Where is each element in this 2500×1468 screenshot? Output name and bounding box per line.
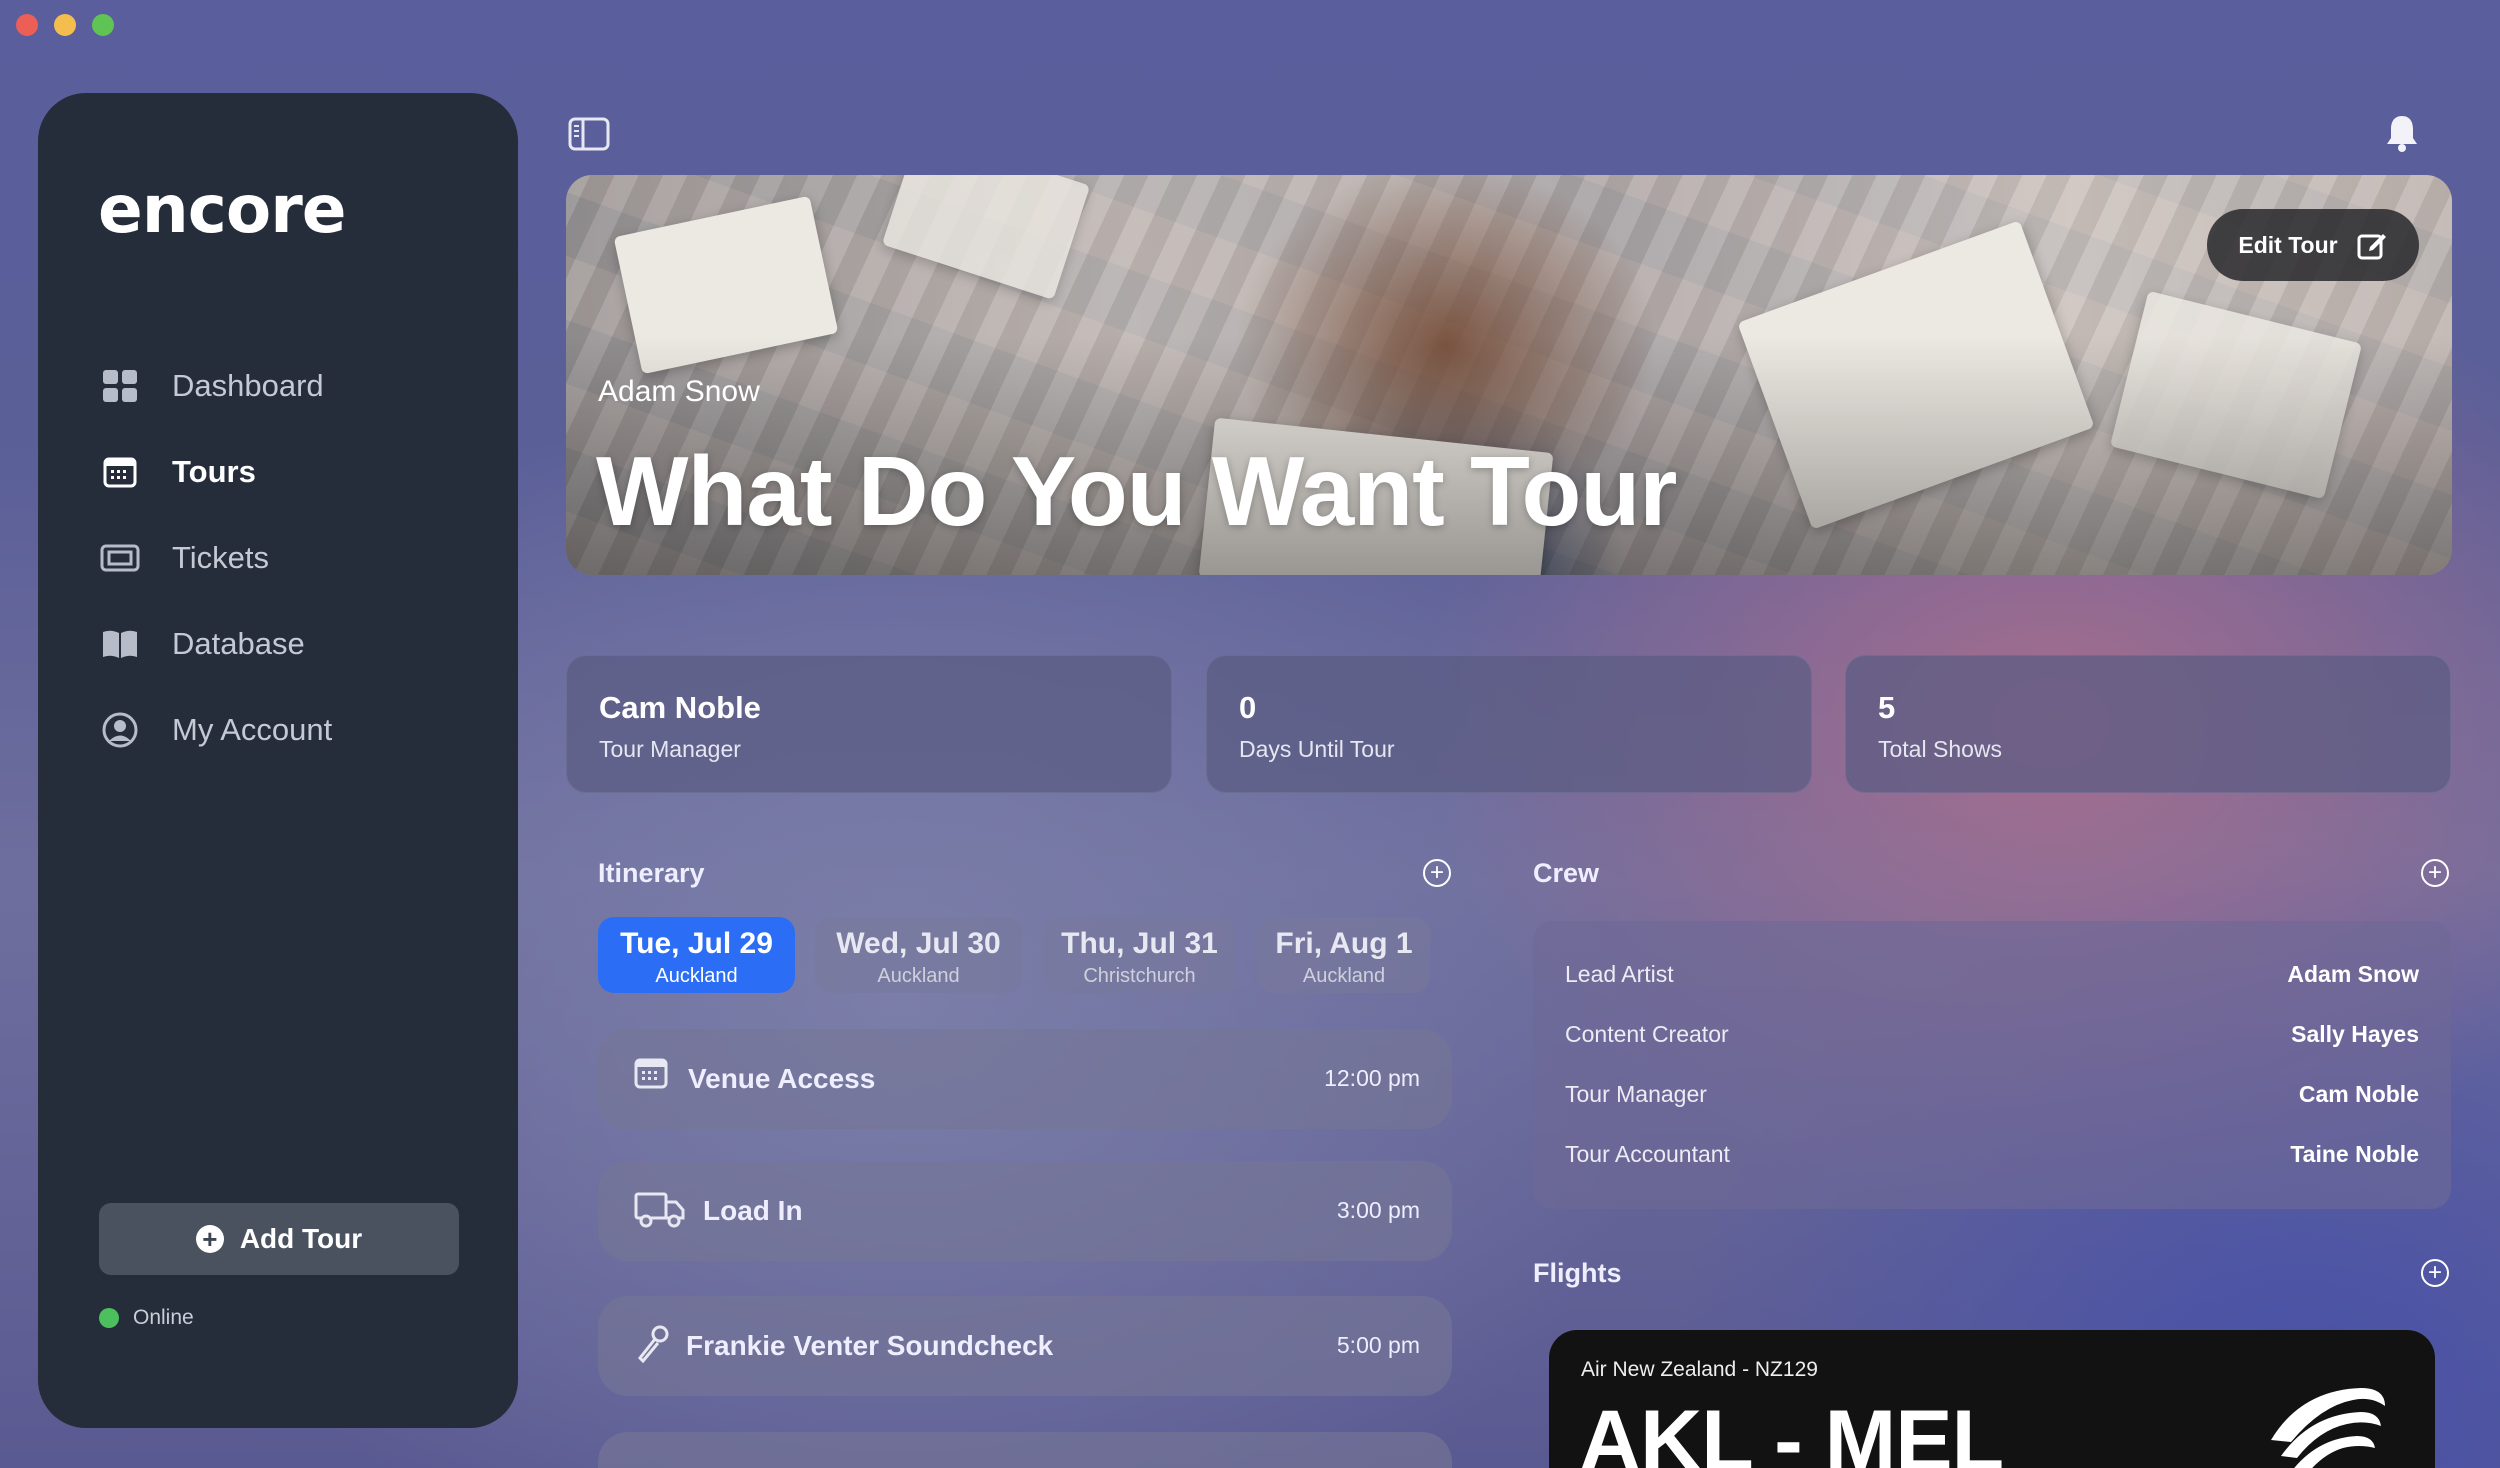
flights-title: Flights	[1533, 1258, 1622, 1288]
sidebar-item-dashboard[interactable]: Dashboard	[100, 343, 332, 429]
app-logo: encore	[98, 171, 347, 248]
sidebar-item-tours[interactable]: Tours	[100, 429, 332, 515]
air-new-zealand-koru-icon	[2271, 1388, 2385, 1468]
bell-icon[interactable]	[2384, 113, 2420, 153]
user-circle-icon	[100, 710, 140, 750]
app-window: encore Dashboard Tours Tickets Database …	[0, 0, 2500, 1468]
day-date: Wed, Jul 30	[836, 927, 1001, 960]
stat-card-tour-manager: Cam Noble Tour Manager	[566, 655, 1172, 793]
stat-value: Cam Noble	[599, 690, 761, 725]
itinerary-event[interactable]: Frankie Venter Soundcheck 5:00 pm	[598, 1296, 1452, 1396]
book-icon	[100, 624, 140, 664]
itinerary-day-tab[interactable]: Wed, Jul 30 Auckland	[815, 917, 1022, 993]
crew-row: Content Creator Sally Hayes	[1565, 1021, 2419, 1061]
flight-card[interactable]: Air New Zealand - NZ129 AKL - MEL	[1549, 1330, 2435, 1468]
sidebar-item-label: Database	[172, 626, 305, 661]
stat-label: Total Shows	[1878, 736, 2003, 762]
tour-hero-banner: Adam Snow What Do You Want Tour Edit Tou…	[566, 175, 2452, 575]
event-time: 12:00 pm	[1324, 1065, 1420, 1091]
ticket-icon	[100, 538, 140, 578]
add-tour-button[interactable]: + Add Tour	[99, 1203, 459, 1275]
crew-row: Tour Manager Cam Noble	[1565, 1081, 2419, 1121]
add-flight-plus-icon[interactable]: +	[2421, 1259, 2449, 1287]
window-controls	[16, 14, 114, 36]
sidebar-item-label: Tours	[172, 454, 256, 489]
crew-title: Crew	[1533, 858, 1600, 888]
flight-route: AKL - MEL	[1579, 1393, 2004, 1468]
plus-circle-icon: +	[195, 1225, 224, 1253]
crew-role: Content Creator	[1565, 1021, 1729, 1047]
itinerary-event[interactable]: Load In 3:00 pm	[598, 1161, 1452, 1261]
day-city: Auckland	[1302, 965, 1386, 987]
sidebar-item-label: Dashboard	[172, 368, 324, 403]
connection-status: Online	[99, 1306, 194, 1330]
hero-tour-title: What Do You Want Tour	[596, 436, 1677, 546]
edit-tour-label: Edit Tour	[2238, 231, 2338, 258]
add-itinerary-plus-icon[interactable]: +	[1423, 859, 1451, 887]
status-label: Online	[133, 1306, 194, 1329]
event-name: Load In	[703, 1195, 803, 1226]
sidebar-item-tickets[interactable]: Tickets	[100, 515, 332, 601]
event-time: 3:00 pm	[1336, 1197, 1420, 1223]
crew-list: Lead Artist Adam Snow Content Creator Sa…	[1533, 921, 2451, 1209]
add-tour-label: Add Tour	[239, 1223, 363, 1254]
crew-name: Adam Snow	[2287, 961, 2419, 987]
calendar-icon	[634, 1057, 674, 1097]
itinerary-event[interactable]: Venue Access 12:00 pm	[598, 1029, 1452, 1129]
status-dot-icon	[99, 1308, 119, 1328]
crew-row: Lead Artist Adam Snow	[1565, 961, 2419, 1001]
sidebar-toggle-icon[interactable]	[568, 117, 610, 151]
sidebar-nav: Dashboard Tours Tickets Database My Acco…	[100, 343, 332, 773]
day-city: Auckland	[655, 965, 738, 987]
crew-role: Tour Accountant	[1565, 1141, 1730, 1167]
event-time: 5:00 pm	[1336, 1332, 1420, 1358]
itinerary-title: Itinerary	[598, 858, 705, 888]
stat-card-total-shows: 5 Total Shows	[1845, 655, 2451, 793]
stat-label: Tour Manager	[599, 736, 741, 762]
itinerary-event[interactable]	[598, 1432, 1452, 1468]
crew-role: Lead Artist	[1565, 961, 1674, 987]
zoom-window-button[interactable]	[92, 14, 114, 36]
sidebar-item-database[interactable]: Database	[100, 601, 332, 687]
event-name: Frankie Venter Soundcheck	[686, 1330, 1054, 1361]
truck-icon	[634, 1189, 686, 1229]
edit-icon	[2357, 234, 2386, 260]
stat-card-days-until-tour: 0 Days Until Tour	[1206, 655, 1812, 793]
crew-name: Sally Hayes	[2291, 1021, 2419, 1047]
stat-value: 0	[1239, 690, 1257, 725]
sidebar-item-label: My Account	[172, 712, 333, 747]
day-date: Fri, Aug 1	[1275, 927, 1413, 960]
crew-role: Tour Manager	[1565, 1081, 1707, 1107]
edit-tour-button[interactable]: Edit Tour	[2207, 209, 2419, 281]
sidebar-item-label: Tickets	[172, 540, 270, 575]
microphone-icon	[634, 1324, 674, 1364]
itinerary-day-tab[interactable]: Thu, Jul 31 Christchurch	[1043, 917, 1236, 993]
itinerary-day-tab[interactable]: Fri, Aug 1 Auckland	[1258, 917, 1430, 993]
crew-row: Tour Accountant Taine Noble	[1565, 1141, 2419, 1181]
hero-artist: Adam Snow	[598, 375, 760, 408]
day-date: Tue, Jul 29	[620, 927, 773, 960]
add-crew-plus-icon[interactable]: +	[2421, 859, 2449, 887]
day-city: Auckland	[877, 965, 960, 987]
flight-airline: Air New Zealand - NZ129	[1581, 1358, 1818, 1381]
event-name: Venue Access	[688, 1063, 876, 1094]
close-window-button[interactable]	[16, 14, 38, 36]
stat-label: Days Until Tour	[1239, 736, 1395, 762]
stat-value: 5	[1878, 690, 1896, 725]
sidebar-item-my-account[interactable]: My Account	[100, 687, 332, 773]
minimize-window-button[interactable]	[54, 14, 76, 36]
sidebar: encore Dashboard Tours Tickets Database …	[38, 93, 518, 1428]
itinerary-day-tab[interactable]: Tue, Jul 29 Auckland	[598, 917, 795, 993]
crew-name: Cam Noble	[2298, 1081, 2419, 1107]
grid-icon	[100, 366, 140, 406]
calendar-icon	[100, 452, 140, 492]
crew-name: Taine Noble	[2290, 1141, 2419, 1167]
day-city: Christchurch	[1083, 965, 1196, 987]
day-date: Thu, Jul 31	[1061, 927, 1218, 960]
